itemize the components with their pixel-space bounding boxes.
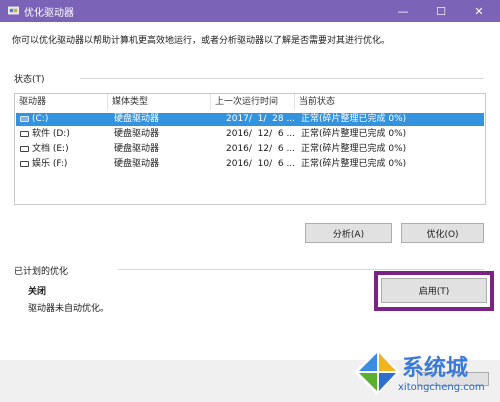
schedule-state: 关闭 xyxy=(28,287,47,297)
drive-name: 娱乐 (F:) xyxy=(32,159,68,169)
last-run-time: 2016/ 12/ 6 ... xyxy=(226,129,296,139)
media-type: 硬盘驱动器 xyxy=(114,144,160,154)
media-type: 硬盘驱动器 xyxy=(114,114,160,124)
watermark-url: xitongcheng.com xyxy=(398,382,485,393)
last-run-time: 2016/ 12/ 6 ... xyxy=(226,144,296,154)
defrag-app-icon xyxy=(8,5,19,16)
title-bar[interactable]: 优化驱动器 — ☐ ✕ xyxy=(0,0,500,22)
current-status: 正常(碎片整理已完成 0%) xyxy=(301,144,407,154)
status-group-label: 状态(T) xyxy=(14,75,45,85)
drive-name: 文档 (E:) xyxy=(32,144,69,154)
drive-list[interactable]: 驱动器 媒体类型 上一次运行时间 当前状态 (C:) 硬盘驱动器 2017/ 1… xyxy=(14,93,486,205)
drive-row[interactable]: 娱乐 (F:) 硬盘驱动器 2016/ 10/ 6 ... 正常(碎片整理已完成… xyxy=(16,158,484,171)
scheduled-group-label: 已计划的优化 xyxy=(14,267,69,277)
drive-name: 软件 (D:) xyxy=(32,129,70,139)
drive-icon xyxy=(20,146,29,152)
window-title: 优化驱动器 xyxy=(24,8,74,19)
media-type: 硬盘驱动器 xyxy=(114,129,160,139)
watermark-logo-icon xyxy=(352,347,402,400)
drive-row[interactable]: 软件 (D:) 硬盘驱动器 2016/ 12/ 6 ... 正常(碎片整理已完成… xyxy=(16,128,484,141)
drive-icon xyxy=(20,116,29,122)
analyze-button[interactable]: 分析(A) xyxy=(305,223,392,243)
column-header-media-type[interactable]: 媒体类型 xyxy=(108,94,211,110)
media-type: 硬盘驱动器 xyxy=(114,159,160,169)
scheduled-group-divider xyxy=(118,269,484,270)
optimize-drives-window: 优化驱动器 — ☐ ✕ 你可以优化驱动器以帮助计算机更高效地运行，或者分析驱动器… xyxy=(0,0,500,402)
watermark-text: 系统城 xyxy=(402,356,469,381)
drive-row[interactable]: 文档 (E:) 硬盘驱动器 2016/ 12/ 6 ... 正常(碎片整理已完成… xyxy=(16,143,484,156)
column-header-drive[interactable]: 驱动器 xyxy=(15,94,108,110)
enable-button[interactable]: 启用(T) xyxy=(381,278,487,303)
last-run-time: 2017/ 1/ 28 ... xyxy=(226,114,296,124)
drive-row[interactable]: (C:) 硬盘驱动器 2017/ 1/ 28 ... 正常(碎片整理已完成 0%… xyxy=(16,113,484,126)
maximize-button[interactable]: ☐ xyxy=(422,0,460,22)
current-status: 正常(碎片整理已完成 0%) xyxy=(301,159,407,169)
last-run-time: 2016/ 10/ 6 ... xyxy=(226,159,296,169)
current-status: 正常(碎片整理已完成 0%) xyxy=(301,129,407,139)
drive-icon xyxy=(20,161,29,167)
minimize-button[interactable]: — xyxy=(384,0,422,22)
column-header-last-run[interactable]: 上一次运行时间 xyxy=(211,94,295,110)
drive-name: (C:) xyxy=(32,114,49,124)
optimize-button[interactable]: 优化(O) xyxy=(401,223,484,243)
schedule-description: 驱动器未自动优化。 xyxy=(28,304,110,314)
column-header-status[interactable]: 当前状态 xyxy=(295,94,484,110)
status-group-divider xyxy=(80,78,484,79)
close-button[interactable]: ✕ xyxy=(460,0,498,22)
current-status: 正常(碎片整理已完成 0%) xyxy=(301,114,407,124)
intro-text: 你可以优化驱动器以帮助计算机更高效地运行，或者分析驱动器以了解是否需要对其进行优… xyxy=(12,36,391,46)
drive-icon xyxy=(20,131,29,137)
